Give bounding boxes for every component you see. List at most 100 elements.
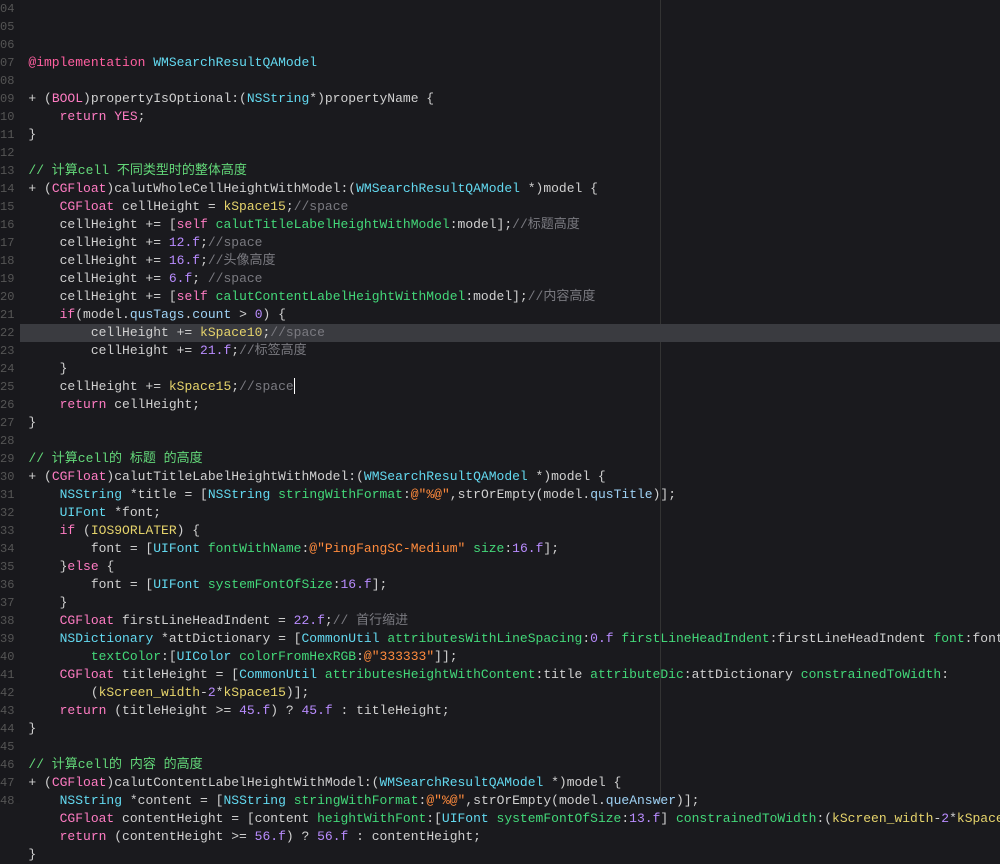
code-line[interactable]: } bbox=[20, 594, 1000, 612]
code-line[interactable]: cellHeight += 6.f; //space bbox=[20, 270, 1000, 288]
code-line[interactable]: cellHeight += kSpace15;//space bbox=[20, 378, 1000, 396]
code-token: @"%@" bbox=[411, 487, 450, 502]
code-token: :( bbox=[364, 775, 380, 790]
code-token: : bbox=[333, 577, 341, 592]
code-line[interactable]: textColor:[UIColor colorFromHexRGB:@"333… bbox=[20, 648, 1000, 666]
line-number-gutter: 0405060708091011121314151617181920212223… bbox=[0, 0, 20, 803]
code-line[interactable] bbox=[20, 144, 1000, 162]
code-line[interactable]: if (IOS9ORLATER) { bbox=[20, 522, 1000, 540]
code-token: : bbox=[504, 541, 512, 556]
code-token: cellHeight += [ bbox=[28, 289, 176, 304]
code-token: WMSearchResultQAModel bbox=[356, 181, 520, 196]
code-token: } bbox=[28, 721, 36, 736]
code-line[interactable] bbox=[20, 432, 1000, 450]
code-line[interactable]: NSString *content = [NSString stringWith… bbox=[20, 792, 1000, 810]
line-number: 21 bbox=[0, 306, 14, 324]
code-token: *attDictionary = [ bbox=[153, 631, 301, 646]
code-line[interactable]: NSDictionary *attDictionary = [CommonUti… bbox=[20, 630, 1000, 648]
line-number: 39 bbox=[0, 630, 14, 648]
code-token: firstLineHeadIndent = bbox=[114, 613, 293, 628]
code-token: 6.f bbox=[169, 271, 192, 286]
code-line[interactable]: // 计算cell的 内容 的高度 bbox=[20, 756, 1000, 774]
line-number: 35 bbox=[0, 558, 14, 576]
code-token bbox=[28, 829, 59, 844]
code-token: kSpace15 bbox=[223, 199, 285, 214]
code-line[interactable]: UIFont *font; bbox=[20, 504, 1000, 522]
code-line[interactable]: + (CGFloat)calutWholeCellHeightWithModel… bbox=[20, 180, 1000, 198]
code-token bbox=[489, 811, 497, 826]
code-token: cellHeight += bbox=[28, 235, 168, 250]
code-token: :firstLineHeadIndent bbox=[770, 631, 934, 646]
code-token: : bbox=[582, 631, 590, 646]
code-token: @implementation bbox=[28, 55, 145, 70]
code-token bbox=[28, 613, 59, 628]
code-line[interactable]: + (CGFloat)calutContentLabelHeightWithMo… bbox=[20, 774, 1000, 792]
code-line[interactable]: } bbox=[20, 414, 1000, 432]
code-line[interactable]: + (BOOL)propertyIsOptional:(NSString*)pr… bbox=[20, 90, 1000, 108]
code-line[interactable]: return YES; bbox=[20, 108, 1000, 126]
code-token: //标题高度 bbox=[512, 217, 580, 232]
code-line[interactable]: CGFloat contentHeight = [content heightW… bbox=[20, 810, 1000, 828]
code-line[interactable]: @implementation WMSearchResultQAModel bbox=[20, 54, 1000, 72]
code-token: calutContentLabelHeightWithModel bbox=[114, 775, 364, 790]
code-line[interactable]: // 计算cell 不同类型时的整体高度 bbox=[20, 162, 1000, 180]
code-token: cellHeight += bbox=[28, 379, 168, 394]
code-token: kSpace15 bbox=[169, 379, 231, 394]
code-line[interactable]: } bbox=[20, 720, 1000, 738]
code-token: //标签高度 bbox=[239, 343, 307, 358]
code-line[interactable]: font = [UIFont fontWithName:@"PingFangSC… bbox=[20, 540, 1000, 558]
code-token: 56.f bbox=[317, 829, 348, 844]
code-token: *content = [ bbox=[122, 793, 223, 808]
code-token: cellHeight += bbox=[28, 271, 168, 286]
code-token: : bbox=[941, 667, 949, 682]
code-token: :( bbox=[340, 181, 356, 196]
code-line[interactable]: cellHeight += [self calutContentLabelHei… bbox=[20, 288, 1000, 306]
code-token: UIFont bbox=[60, 505, 107, 520]
code-token: // 计算cell的 内容 的高度 bbox=[28, 757, 202, 772]
code-token: 16.f bbox=[512, 541, 543, 556]
code-line[interactable]: + (CGFloat)calutTitleLabelHeightWithMode… bbox=[20, 468, 1000, 486]
line-number: 43 bbox=[0, 702, 14, 720]
code-line[interactable]: cellHeight += 21.f;//标签高度 bbox=[20, 342, 1000, 360]
code-token: + ( bbox=[28, 91, 51, 106]
line-number: 20 bbox=[0, 288, 14, 306]
code-line[interactable]: return (contentHeight >= 56.f) ? 56.f : … bbox=[20, 828, 1000, 846]
code-token: //内容高度 bbox=[528, 289, 596, 304]
code-line[interactable]: CGFloat cellHeight = kSpace15;//space bbox=[20, 198, 1000, 216]
code-line[interactable]: font = [UIFont systemFontOfSize:16.f]; bbox=[20, 576, 1000, 594]
code-token: } bbox=[28, 361, 67, 376]
code-line[interactable]: // 计算cell的 标题 的高度 bbox=[20, 450, 1000, 468]
code-line[interactable]: cellHeight += [self calutTitleLabelHeigh… bbox=[20, 216, 1000, 234]
code-line[interactable]: cellHeight += 16.f;//头像高度 bbox=[20, 252, 1000, 270]
code-token: self bbox=[177, 217, 208, 232]
code-token: kSpace10 bbox=[200, 325, 262, 340]
code-editor[interactable]: 0405060708091011121314151617181920212223… bbox=[0, 0, 1000, 803]
code-line[interactable]: return cellHeight; bbox=[20, 396, 1000, 414]
code-line[interactable]: (kScreen_width-2*kSpace15)]; bbox=[20, 684, 1000, 702]
code-token: ( bbox=[28, 685, 98, 700]
code-token: return bbox=[60, 397, 107, 412]
code-line[interactable] bbox=[20, 72, 1000, 90]
code-line[interactable]: } bbox=[20, 846, 1000, 864]
code-line[interactable]: NSString *title = [NSString stringWithFo… bbox=[20, 486, 1000, 504]
line-number: 28 bbox=[0, 432, 14, 450]
code-line[interactable]: CGFloat titleHeight = [CommonUtil attrib… bbox=[20, 666, 1000, 684]
code-line[interactable]: cellHeight += 12.f;//space bbox=[20, 234, 1000, 252]
code-token bbox=[28, 487, 59, 502]
code-line[interactable]: if(model.qusTags.count > 0) { bbox=[20, 306, 1000, 324]
code-line[interactable]: }else { bbox=[20, 558, 1000, 576]
line-number: 13 bbox=[0, 162, 14, 180]
code-token: : contentHeight; bbox=[348, 829, 481, 844]
code-token: + ( bbox=[28, 181, 51, 196]
code-line[interactable]: CGFloat firstLineHeadIndent = 22.f;// 首行… bbox=[20, 612, 1000, 630]
code-token: :model]; bbox=[465, 289, 527, 304]
code-line[interactable]: } bbox=[20, 126, 1000, 144]
code-token: } bbox=[28, 847, 36, 862]
code-line[interactable]: } bbox=[20, 360, 1000, 378]
code-token: systemFontOfSize bbox=[208, 577, 333, 592]
code-area[interactable]: @implementation WMSearchResultQAModel+ (… bbox=[20, 0, 1000, 803]
code-token bbox=[28, 397, 59, 412]
code-line[interactable]: return (titleHeight >= 45.f) ? 45.f : ti… bbox=[20, 702, 1000, 720]
code-token: constrainedToWidth bbox=[676, 811, 816, 826]
code-line[interactable] bbox=[20, 738, 1000, 756]
